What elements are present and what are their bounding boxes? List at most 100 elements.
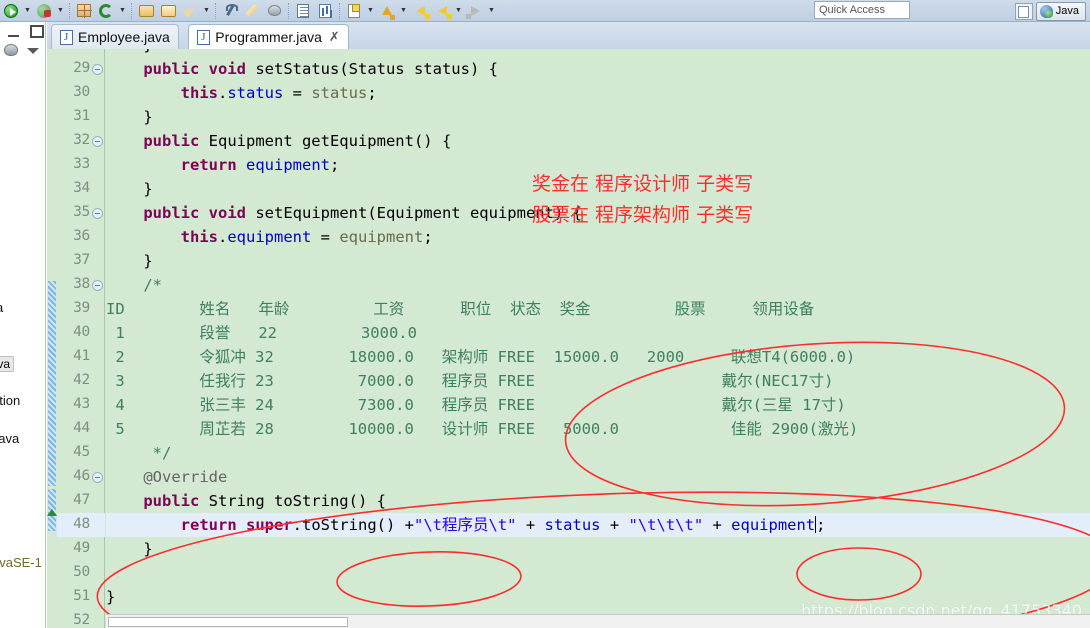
open-perspective-icon[interactable]	[1014, 2, 1033, 20]
scrollbar-thumb[interactable]	[108, 617, 348, 627]
debug-button[interactable]	[33, 1, 55, 21]
code-token: ;	[367, 84, 377, 102]
code-line[interactable]: 2 令狐冲 32 18000.0 架构师 FREE 15000.0 2000 联…	[106, 345, 855, 369]
code-line[interactable]: public void setStatus(Status status) {	[106, 57, 498, 81]
refresh-icon	[99, 3, 113, 18]
bar-chart-button[interactable]	[314, 1, 336, 21]
code-line[interactable]: }	[106, 177, 152, 201]
code-line[interactable]: return super.toString() +"\t程序员\t" + sta…	[106, 513, 826, 537]
editor-tab-programmer-java[interactable]: Programmer.java ✗	[188, 24, 349, 49]
fold-toggle-icon[interactable]	[92, 472, 103, 483]
code-token: return	[180, 516, 237, 534]
line-number: 47	[73, 492, 90, 508]
line-number: 39	[73, 300, 90, 316]
line-number: 40	[73, 324, 90, 340]
code-line[interactable]: ID 姓名 年龄 工资 职位 状态 奖金 股票 领用设备	[106, 297, 814, 321]
horizontal-scrollbar[interactable]	[106, 614, 1090, 628]
edit-button[interactable]	[179, 1, 201, 21]
line-number: 51	[73, 588, 90, 604]
debug-dropdown-arrow[interactable]: ▼	[55, 1, 66, 21]
overview-ruler[interactable]	[47, 49, 57, 628]
back-yellow-button[interactable]	[409, 1, 431, 21]
line-number: 29	[73, 60, 90, 76]
maximize-icon[interactable]	[30, 25, 44, 38]
code-line[interactable]: */	[106, 441, 172, 465]
code-line[interactable]: 5 周芷若 28 10000.0 设计师 FREE 5000.0 佳能 2900…	[106, 417, 858, 441]
chevron-down-icon[interactable]	[27, 48, 39, 54]
code-token: equipment	[731, 516, 816, 534]
quick-access-field[interactable]: Quick Access	[814, 1, 910, 19]
code-token: ID 姓名 年龄 工资 职位 状态 奖金 股票 领用设备	[106, 300, 815, 318]
package-explorer-item[interactable]: otion	[0, 393, 20, 408]
fold-toggle-icon[interactable]	[92, 64, 103, 75]
gray-blob-icon	[267, 5, 281, 16]
fold-toggle-icon[interactable]	[92, 208, 103, 219]
arrow-up-button[interactable]	[376, 1, 398, 21]
code-line[interactable]: this.status = status;	[106, 81, 377, 105]
toolbar-separator	[339, 2, 340, 19]
wrench-button[interactable]	[219, 1, 241, 21]
editor-tab-bar: Employee.java Programmer.java ✗	[47, 22, 1090, 49]
code-line[interactable]: 4 张三丰 24 7300.0 程序员 FREE 戴尔(三星 17寸)	[106, 393, 845, 417]
code-line[interactable]: 3 任我行 23 7000.0 程序员 FREE 戴尔(NEC17寸)	[106, 369, 833, 393]
edit-dropdown-arrow[interactable]: ▼	[201, 1, 212, 21]
code-text-area[interactable]: } public void setStatus(Status status) {…	[106, 49, 1090, 628]
code-line[interactable]: public void setEquipment(Equipment equip…	[106, 201, 582, 225]
code-line[interactable]: }	[106, 537, 152, 561]
gray-blob-button[interactable]	[263, 1, 285, 21]
line-number: 50	[73, 564, 90, 580]
minimize-icon[interactable]	[8, 28, 19, 37]
code-line[interactable]: return equipment;	[106, 153, 340, 177]
perspective-java-button[interactable]: Java	[1035, 1, 1086, 21]
line-number: 34	[73, 180, 90, 196]
ruler-annotation-block	[48, 281, 56, 486]
code-line[interactable]: @Override	[106, 465, 227, 489]
code-line[interactable]: 1 段誉 22 3000.0	[106, 321, 417, 345]
run-button[interactable]	[0, 1, 22, 21]
package-explorer-item[interactable]: ce.java	[0, 431, 19, 446]
code-line[interactable]: }	[106, 249, 153, 273]
note-button[interactable]	[343, 1, 365, 21]
refresh-button[interactable]	[95, 1, 117, 21]
package-explorer-item[interactable]: a	[0, 300, 3, 315]
refresh-dropdown-arrow[interactable]: ▼	[117, 1, 128, 21]
fold-toggle-icon[interactable]	[92, 280, 103, 291]
code-token: }	[106, 252, 153, 270]
toolbar-group-new: ▼	[73, 0, 128, 22]
view-menu-icon[interactable]	[4, 44, 18, 56]
forward-dropdown-arrow[interactable]: ▼	[486, 1, 497, 21]
code-line[interactable]: }	[106, 49, 152, 57]
note-dropdown-arrow[interactable]: ▼	[365, 1, 376, 21]
package-explorer-panel[interactable]: ajavaotioncece.javaavaSE-1	[0, 22, 46, 628]
code-line[interactable]: }	[106, 585, 115, 609]
code-surface[interactable]: 28 29 30 31 32 33 34 35 36 37 38 39 40 41 42 43 44 45 46 47…	[47, 49, 1090, 628]
code-line[interactable]: /*	[106, 273, 162, 297]
code-token: +	[703, 516, 732, 534]
document-button[interactable]	[292, 1, 314, 21]
line-number: 37	[73, 252, 90, 268]
editor-tab-employee-java[interactable]: Employee.java	[51, 24, 179, 49]
new-package-button[interactable]	[73, 1, 95, 21]
back-dropdown-arrow[interactable]: ▼	[453, 1, 464, 21]
arrow-back-icon	[437, 5, 452, 19]
code-line[interactable]: public Equipment getEquipment() {	[106, 129, 451, 153]
fold-toggle-icon[interactable]	[92, 136, 103, 147]
code-line[interactable]: public String toString() {	[106, 489, 386, 513]
open-resource-button[interactable]	[157, 1, 179, 21]
arrow-left-yellow-icon	[415, 5, 430, 19]
run-dropdown-arrow[interactable]: ▼	[22, 1, 33, 21]
brush-button[interactable]	[241, 1, 263, 21]
open-folder-button[interactable]	[135, 1, 157, 21]
forward-button[interactable]	[464, 1, 486, 21]
package-explorer-item[interactable]: java	[0, 356, 15, 372]
close-icon[interactable]: ✗	[329, 29, 340, 45]
code-token: =	[311, 228, 340, 246]
code-line[interactable]: }	[106, 105, 152, 129]
open-resource-icon	[160, 4, 176, 17]
code-line[interactable]: this.equipment = equipment;	[106, 225, 433, 249]
package-explorer-item[interactable]: avaSE-1	[0, 555, 42, 570]
back-button[interactable]	[431, 1, 453, 21]
arrow-up-dropdown-arrow[interactable]: ▼	[398, 1, 409, 21]
